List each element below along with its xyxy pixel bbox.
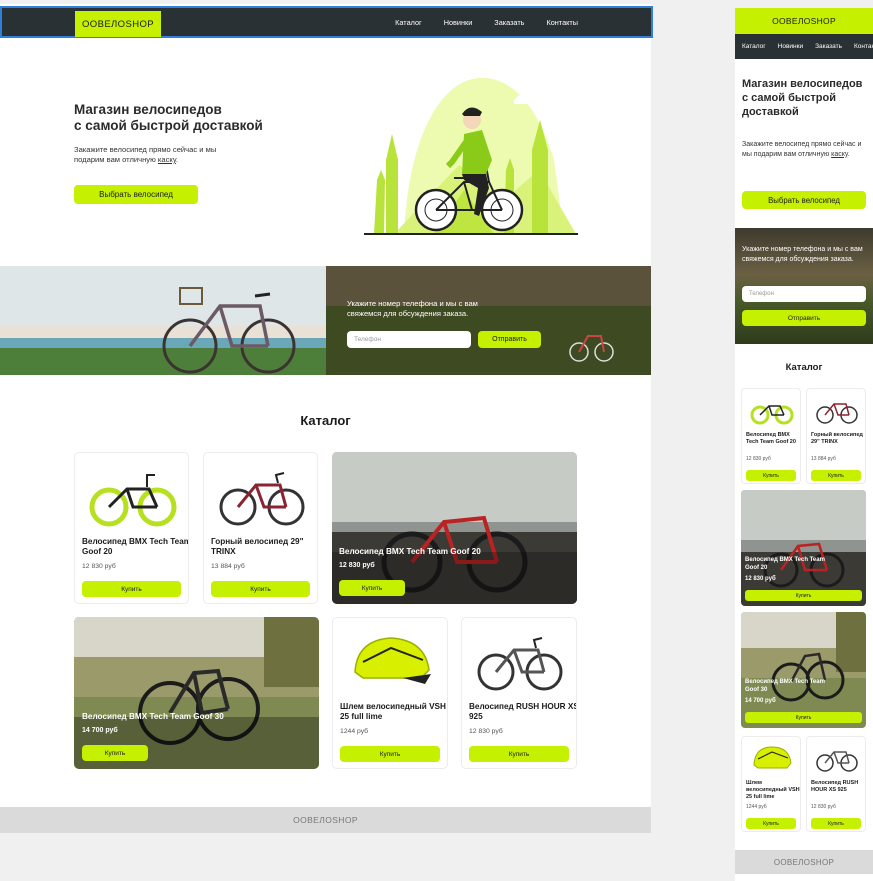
product-price: 13 884 руб: [811, 456, 836, 462]
product-price: 1244 руб: [340, 728, 369, 735]
bmx-bike-image: [750, 405, 794, 425]
desktop-layout: ООВЕЛОSHOP Каталог Новинки Заказать Конт…: [0, 4, 653, 833]
helmet-link[interactable]: каску: [158, 155, 176, 164]
product-price: 13 884 руб: [211, 563, 245, 570]
city-bike-image: [816, 751, 858, 772]
mobile-helmet-link[interactable]: каску: [831, 151, 848, 158]
product-price: 12 830 руб: [746, 456, 771, 462]
buy-button[interactable]: Купить: [811, 470, 861, 481]
product-price: 12 830 руб: [82, 563, 116, 570]
nav-order[interactable]: Заказать: [494, 18, 524, 27]
phone-input[interactable]: Телефон: [347, 331, 471, 348]
product-name: Велосипед BMX Tech Team Goof 30: [82, 712, 224, 721]
desktop-header: ООВЕЛОSHOP Каталог Новинки Заказать Конт…: [0, 6, 653, 38]
bmx-bike-image: [89, 474, 177, 527]
mountain-bike-photo: [741, 490, 866, 606]
brand-logo[interactable]: ООВЕЛОSHOP: [75, 11, 161, 37]
buy-button[interactable]: Купить: [211, 581, 310, 597]
mobile-hero-title: Магазин велосипедов с самой быстрой дост…: [742, 78, 863, 118]
city-bike-image: [477, 637, 563, 691]
callback-banner: [0, 266, 651, 375]
product-card-rush-hour: Велосипед RUSH HOUR XS 925 12 830 руб Ку…: [461, 617, 577, 769]
mobile-phone-input[interactable]: Телефон: [742, 286, 866, 302]
product-price: 12 830 руб: [339, 562, 375, 569]
helmet-image: [753, 746, 792, 769]
buy-button[interactable]: Купить: [340, 746, 440, 762]
product-price: 12 830 руб: [745, 576, 776, 582]
mobile-product-card-bmx-goof-20: Велосипед BMX Tech Team Goof 20 12 830 р…: [741, 388, 801, 484]
nav-new[interactable]: Новинки: [444, 18, 473, 27]
product-price: 1244 руб: [746, 804, 767, 810]
mobile-nav-order[interactable]: Заказать: [815, 43, 842, 50]
product-name: Шлем велосипедный VSH 25 full lime: [746, 780, 800, 800]
buy-button[interactable]: Купить: [746, 470, 796, 481]
bike-beach-photo: [0, 266, 326, 375]
mobile-catalog-title: Каталог: [785, 362, 823, 373]
product-name: Велосипед BMX Tech Team Goof 20: [82, 537, 189, 556]
mobile-send-button[interactable]: Отправить: [742, 310, 866, 326]
mobile-choose-bike-button[interactable]: Выбрать велосипед: [742, 191, 866, 209]
product-name: Велосипед BMX Tech Team Goof 30: [745, 679, 825, 693]
buy-button[interactable]: Купить: [745, 590, 862, 601]
buy-button[interactable]: Купить: [745, 712, 862, 723]
mobile-hero-text: Закажите велосипед прямо сейчас и мы под…: [742, 141, 862, 158]
mountain-bike-image: [219, 472, 305, 526]
park-bike-photo: [741, 612, 866, 728]
buy-button[interactable]: Купить: [339, 580, 405, 596]
mobile-nav: Каталог Новинки Заказать Контакты: [735, 34, 873, 59]
product-name: Велосипед BMX Tech Team Goof 20: [339, 547, 481, 556]
product-card-bmx-goof-20-featured: Велосипед BMX Tech Team Goof 20 12 830 р…: [332, 452, 577, 604]
product-card-bmx-goof-20: Велосипед BMX Tech Team Goof 20 12 830 р…: [74, 452, 189, 604]
mobile-brand-logo[interactable]: ООВЕЛОSHOP: [735, 8, 873, 34]
product-name: Горный велосипед 29" TRINX: [211, 537, 304, 556]
hero-title: Магазин велосипедов с самой быстрой дост…: [74, 102, 263, 133]
nav-catalog[interactable]: Каталог: [395, 18, 422, 27]
product-name: Велосипед RUSH HOUR XS 925: [469, 702, 577, 721]
product-price: 14 700 руб: [745, 698, 776, 704]
mobile-footer: ООВЕЛОSHOP: [735, 850, 873, 874]
hero-text: Закажите велосипед прямо сейчас и мы под…: [74, 145, 217, 164]
mobile-product-card-rush-hour: Велосипед RUSH HOUR XS 925 12 830 руб Ку…: [806, 736, 866, 832]
buy-button[interactable]: Купить: [82, 581, 181, 597]
mobile-nav-catalog[interactable]: Каталог: [742, 43, 766, 50]
product-name: Велосипед RUSH HOUR XS 925: [811, 780, 859, 793]
callback-text: Укажите номер телефона и мы с вам свяжем…: [347, 299, 478, 318]
product-price: 12 830 руб: [469, 728, 503, 735]
field-bike-photo: [326, 266, 651, 375]
product-card-bmx-goof-30: Велосипед BMX Tech Team Goof 30 14 700 р…: [74, 617, 319, 769]
cyclist-illustration: [364, 77, 578, 235]
mobile-product-card-trinx: Горный велосипед 29" TRINX 13 884 руб Ку…: [806, 388, 866, 484]
product-name: Велосипед BMX Tech Team Goof 20: [745, 557, 825, 571]
product-card-trinx: Горный велосипед 29" TRINX 13 884 руб Ку…: [203, 452, 318, 604]
mobile-layout: ООВЕЛОSHOP Каталог Новинки Заказать Конт…: [735, 8, 873, 881]
mobile-nav-contacts[interactable]: Контакты: [854, 43, 873, 50]
send-button[interactable]: Отправить: [478, 331, 541, 348]
mobile-product-card-helmet: Шлем велосипедный VSH 25 full lime 1244 …: [741, 736, 801, 832]
buy-button[interactable]: Купить: [811, 818, 861, 829]
mobile-product-card-bmx-goof-30: Велосипед BMX Tech Team Goof 30 14 700 р…: [741, 612, 866, 728]
product-name: Велосипед BMX Tech Team Goof 20: [746, 432, 796, 445]
product-card-helmet: Шлем велосипедный VSH 25 full lime 1244 …: [332, 617, 448, 769]
product-price: 12 830 руб: [811, 804, 836, 810]
mobile-callback-text: Укажите номер телефона и мы с вам свяжем…: [742, 246, 863, 263]
catalog-title: Каталог: [300, 413, 351, 428]
mobile-product-card-bmx-goof-20-featured: Велосипед BMX Tech Team Goof 20 12 830 р…: [741, 490, 866, 606]
buy-button[interactable]: Купить: [82, 745, 148, 761]
footer: ООВЕЛОSHOP: [0, 807, 651, 833]
nav-contacts[interactable]: Контакты: [546, 18, 578, 27]
main-nav: Каталог Новинки Заказать Контакты: [395, 8, 578, 36]
helmet-image: [354, 637, 431, 684]
mobile-nav-new[interactable]: Новинки: [778, 43, 803, 50]
product-price: 14 700 руб: [82, 727, 118, 734]
buy-button[interactable]: Купить: [746, 818, 796, 829]
mountain-bike-image: [816, 403, 858, 424]
choose-bike-button[interactable]: Выбрать велосипед: [74, 185, 198, 204]
product-name: Шлем велосипедный VSH 25 full lime: [340, 702, 446, 721]
buy-button[interactable]: Купить: [469, 746, 569, 762]
product-name: Горный велосипед 29" TRINX: [811, 432, 863, 445]
